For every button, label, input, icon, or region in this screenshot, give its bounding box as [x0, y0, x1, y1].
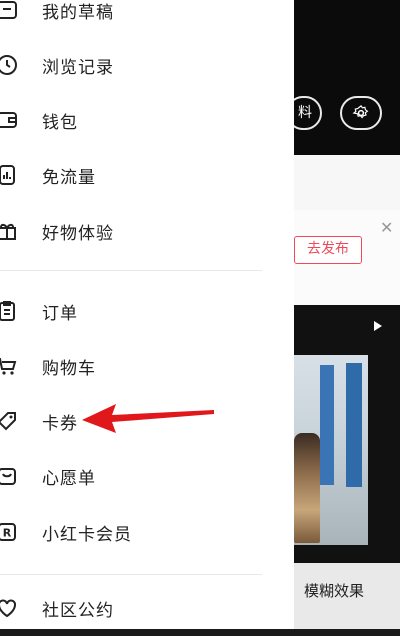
wallet-icon [0, 107, 20, 133]
profile-edit-pill-text: 料 [298, 105, 312, 121]
video-preview[interactable] [294, 305, 400, 563]
menu-item-history[interactable]: 浏览记录 [0, 37, 294, 93]
menu-item-membership[interactable]: R 小红卡会员 [0, 504, 294, 560]
publish-button[interactable]: 去发布 [294, 236, 362, 264]
data-free-icon [0, 162, 20, 188]
background-header [294, 0, 400, 155]
annotation-arrow [82, 404, 214, 433]
menu-item-label: 社区公约 [42, 600, 114, 621]
coupon-icon [0, 408, 20, 434]
history-icon [0, 52, 20, 78]
menu-item-label: 浏览记录 [42, 57, 114, 78]
video-door-left [320, 365, 334, 485]
video-frame [294, 355, 368, 545]
menu-item-drafts[interactable]: 我的草稿 [0, 0, 294, 38]
menu-item-label: 小红卡会员 [42, 524, 132, 545]
menu-item-label: 心愿单 [42, 468, 96, 489]
menu-item-label: 我的草稿 [42, 2, 114, 23]
menu-item-label: 购物车 [42, 358, 96, 379]
background-app: 料 ✕ 去发布 模糊效果 [286, 0, 400, 629]
drafts-icon [0, 0, 20, 23]
settings-button[interactable] [340, 96, 382, 130]
menu-item-label: 钱包 [42, 112, 78, 133]
svg-text:R: R [3, 527, 12, 540]
divider [0, 574, 262, 575]
order-icon [0, 298, 20, 324]
menu-item-wallet[interactable]: 钱包 [0, 92, 294, 148]
close-icon[interactable]: ✕ [380, 218, 393, 237]
bottom-caption: 模糊效果 [304, 582, 365, 600]
cart-icon [0, 353, 20, 379]
side-drawer: 我的草稿 浏览记录 钱包 免流量 好物体验 订单 购物车 卡券 心愿单 R 小红… [0, 0, 294, 629]
menu-item-label: 订单 [42, 303, 78, 324]
video-door-right [346, 363, 362, 487]
membership-icon: R [0, 519, 20, 545]
community-icon [0, 595, 20, 621]
menu-item-label: 免流量 [42, 167, 96, 188]
play-icon[interactable] [374, 321, 382, 331]
gift-icon [0, 218, 20, 244]
wishlist-icon [0, 463, 20, 489]
menu-item-wishlist[interactable]: 心愿单 [0, 448, 294, 504]
menu-item-label: 卡券 [42, 413, 78, 434]
menu-item-data-free[interactable]: 免流量 [0, 147, 294, 203]
video-person [294, 433, 320, 543]
divider [0, 270, 262, 271]
menu-item-cart[interactable]: 购物车 [0, 338, 294, 394]
gear-icon [352, 105, 369, 119]
menu-item-label: 好物体验 [42, 223, 114, 244]
menu-item-experience[interactable]: 好物体验 [0, 203, 294, 259]
menu-item-community[interactable]: 社区公约 [0, 580, 294, 636]
menu-item-orders[interactable]: 订单 [0, 283, 294, 339]
